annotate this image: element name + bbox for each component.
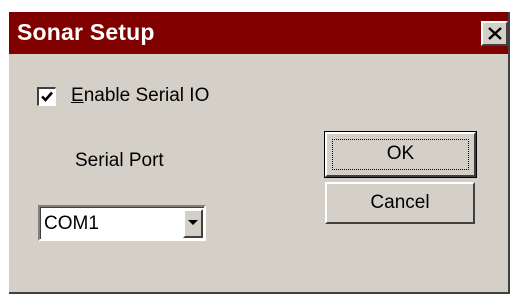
enable-serial-io-label[interactable]: Enable Serial IO <box>71 85 209 107</box>
enable-serial-io-mnemonic: E <box>71 85 84 106</box>
chevron-down-icon <box>188 220 198 225</box>
serial-port-label: Serial Port <box>75 150 164 171</box>
close-icon <box>488 27 502 40</box>
cancel-button[interactable]: Cancel <box>325 182 475 224</box>
checkmark-icon <box>41 91 53 102</box>
title-bar[interactable]: Sonar Setup <box>9 12 508 54</box>
serial-port-dropdown-button[interactable] <box>183 209 203 238</box>
cancel-button-label: Cancel <box>370 192 430 213</box>
enable-serial-io-label-text: nable Serial IO <box>83 85 210 106</box>
ok-button[interactable]: OK <box>324 131 477 178</box>
ok-button-label: OK <box>386 143 415 164</box>
sonar-setup-dialog: Sonar Setup Enable Serial IO Serial Port… <box>9 12 510 294</box>
screen: Sonar Setup Enable Serial IO Serial Port… <box>0 0 512 306</box>
enable-serial-io-row[interactable]: Enable Serial IO <box>37 82 209 110</box>
dialog-title: Sonar Setup <box>17 19 155 45</box>
serial-port-select[interactable]: COM1 <box>38 205 206 241</box>
serial-port-select-field[interactable]: COM1 <box>40 207 204 239</box>
close-button[interactable] <box>481 21 508 46</box>
enable-serial-io-checkbox[interactable] <box>37 86 56 106</box>
serial-port-value: COM1 <box>44 213 99 234</box>
